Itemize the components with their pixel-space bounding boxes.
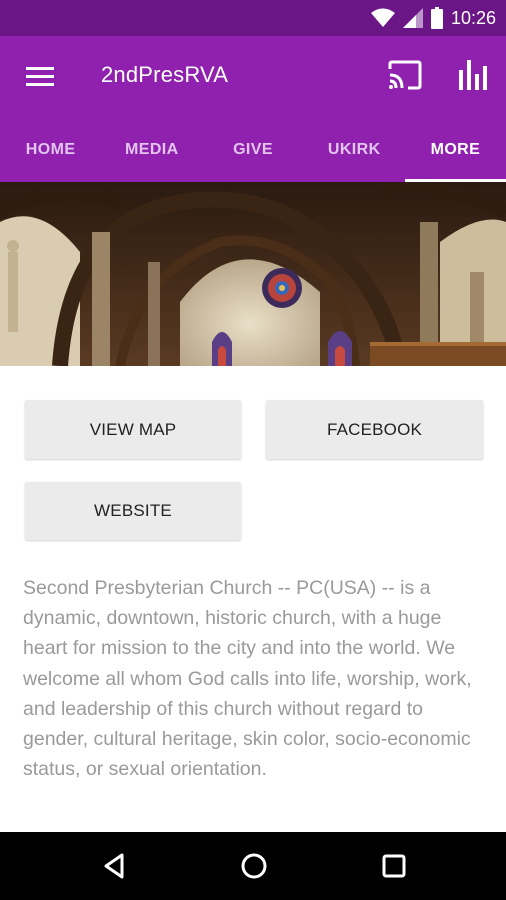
cast-icon[interactable] <box>388 60 422 90</box>
home-circle-icon[interactable] <box>238 850 270 882</box>
app-title: 2ndPresRVA <box>101 62 229 87</box>
recents-square-icon[interactable] <box>378 850 410 882</box>
system-nav-bar <box>0 832 506 900</box>
back-icon[interactable] <box>98 850 130 882</box>
status-icons: 10:26 <box>370 0 496 36</box>
battery-icon <box>430 7 443 29</box>
tab-give[interactable]: GIVE <box>202 118 303 182</box>
website-button[interactable]: WEBSITE <box>25 482 241 540</box>
church-interior-image <box>0 182 506 366</box>
tab-media[interactable]: MEDIA <box>101 118 202 182</box>
status-bar: 10:26 <box>0 0 506 36</box>
church-description: Second Presbyterian Church -- PC(USA) --… <box>23 577 472 781</box>
facebook-button[interactable]: FACEBOOK <box>266 400 483 459</box>
signal-icon <box>402 8 423 28</box>
tab-more[interactable]: MORE <box>404 118 506 182</box>
app-bar: 2ndPresRVA <box>0 36 506 118</box>
view-map-button[interactable]: VIEW MAP <box>25 400 241 459</box>
tab-bar: HOME MEDIA GIVE UKIRK MORE <box>0 118 506 182</box>
menu-icon[interactable] <box>26 64 54 88</box>
status-time: 10:26 <box>450 7 496 28</box>
tab-ukirk[interactable]: UKIRK <box>304 118 405 182</box>
bar-chart-icon[interactable] <box>458 58 488 90</box>
wifi-icon <box>370 8 395 27</box>
tab-home[interactable]: HOME <box>0 118 101 182</box>
